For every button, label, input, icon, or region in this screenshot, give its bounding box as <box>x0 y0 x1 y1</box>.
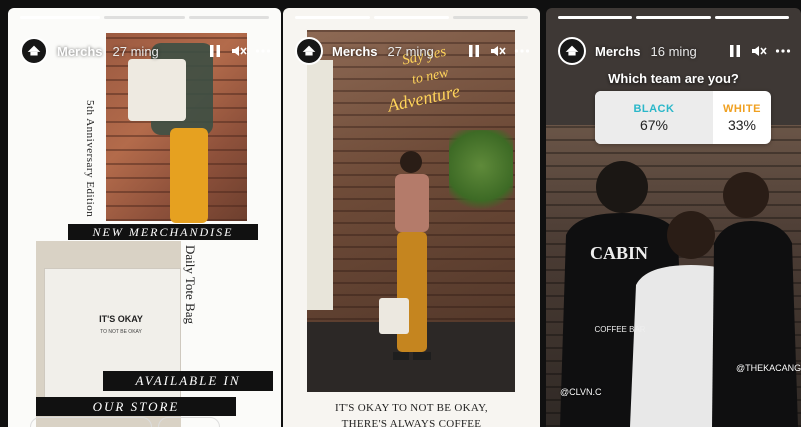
new-merch-banner: NEW MERCHANDISE <box>68 224 258 240</box>
username[interactable]: Merchs <box>332 44 378 59</box>
pause-icon[interactable] <box>207 43 223 59</box>
tote-name-label: Daily Tote Bag <box>183 245 198 325</box>
username[interactable]: Merchs <box>57 44 103 59</box>
avatar[interactable] <box>20 37 48 65</box>
mute-icon[interactable] <box>231 43 247 59</box>
progress-segment <box>714 16 789 19</box>
progress-segment <box>20 16 101 19</box>
story-header: Merchs 27 ming <box>295 36 530 66</box>
post-time: 27 ming <box>112 43 159 59</box>
our-store-banner: OUR STORE <box>36 397 236 416</box>
available-banner: AVAILABLE IN <box>103 371 273 391</box>
progress-segment <box>558 16 633 19</box>
tote-print-line: IT'S OKAY <box>99 314 143 324</box>
poll-option-label: WHITE <box>722 102 761 115</box>
cabin-logo-icon <box>27 45 41 56</box>
cabin-logo-icon <box>302 45 316 56</box>
poll-sticker[interactable]: BLACK 67% WHITE 33% <box>595 91 771 144</box>
tote-print-line: TO NOT BE OKAY <box>100 329 142 335</box>
avatar[interactable] <box>295 37 323 65</box>
story-card-2[interactable]: Merchs 27 ming Say yes to new Adventure … <box>283 8 540 427</box>
story-card-1[interactable]: Merchs 27 ming 5th Anniversary Edition N… <box>8 8 281 427</box>
avatar[interactable] <box>558 37 586 65</box>
caption-line-2: THERE'S ALWAYS COFFEE <box>341 418 482 427</box>
more-options-icon[interactable] <box>255 43 271 59</box>
tag-handle[interactable]: @THEKACANGKU <box>736 363 801 373</box>
photo-team-shirts: CABIN COFFEE BAR @CLVN.C @THEKACANGKU <box>546 125 801 427</box>
reply-pill[interactable] <box>30 417 152 427</box>
story-header: Merchs 16 ming <box>558 36 791 66</box>
progress-segment <box>453 16 528 19</box>
more-options-icon[interactable] <box>775 43 791 59</box>
edition-label: 5th Anniversary Edition <box>84 100 96 218</box>
more-options-icon[interactable] <box>514 43 530 59</box>
story-progress <box>558 16 789 19</box>
progress-segment <box>295 16 370 19</box>
progress-segment <box>188 16 269 19</box>
pause-icon[interactable] <box>727 43 743 59</box>
poll-option-white[interactable]: WHITE 33% <box>713 91 771 144</box>
poll-option-percent: 33% <box>727 116 756 133</box>
story-card-3[interactable]: Merchs 16 ming Which team are you? BLACK… <box>546 8 801 427</box>
cabin-logo-icon <box>565 45 579 56</box>
mute-icon[interactable] <box>751 43 767 59</box>
progress-segment <box>636 16 711 19</box>
story-progress <box>295 16 528 19</box>
post-time: 27 ming <box>387 43 434 59</box>
poll-option-percent: 67% <box>639 116 668 133</box>
tag-handle[interactable]: @CLVN.C <box>560 387 601 397</box>
poll-question: Which team are you? <box>608 71 739 86</box>
shirt-sub: COFFEE BAR <box>594 325 646 334</box>
pause-icon[interactable] <box>466 43 482 59</box>
poll-option-label: BLACK <box>633 102 675 115</box>
post-time: 16 ming <box>650 43 697 59</box>
poll-option-black[interactable]: BLACK 67% <box>595 91 713 144</box>
shirt-logo: CABIN <box>589 243 648 263</box>
mute-icon[interactable] <box>490 43 506 59</box>
progress-segment <box>104 16 185 19</box>
story-header: Merchs 27 ming <box>20 36 271 66</box>
story-progress <box>20 16 269 19</box>
username[interactable]: Merchs <box>595 44 641 59</box>
caption-line-1: IT'S OKAY TO NOT BE OKAY, <box>335 402 488 414</box>
reply-pill[interactable] <box>158 417 220 427</box>
progress-segment <box>374 16 449 19</box>
